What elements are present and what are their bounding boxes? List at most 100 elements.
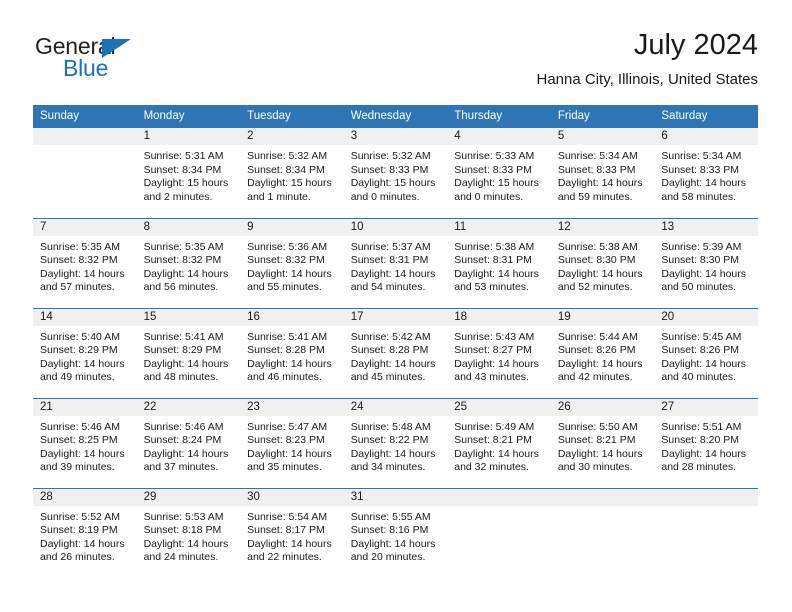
calendar-day-cell[interactable]: 25 Sunrise: 5:49 AM Sunset: 8:21 PM Dayligh… <box>447 397 551 488</box>
daylight-text-line1: Daylight: 14 hours <box>40 537 125 550</box>
daylight-text-line2: and 54 minutes. <box>350 281 426 294</box>
sunset-text: Sunset: 8:23 PM <box>247 434 325 447</box>
day-number: 6 <box>654 128 758 145</box>
weekday-header-wednesday: Wednesday <box>343 105 448 128</box>
daylight-text-line1: Daylight: 14 hours <box>350 447 436 460</box>
sunset-text: Sunset: 8:31 PM <box>350 254 429 267</box>
day-number: 28 <box>33 488 137 506</box>
calendar-day-cell[interactable]: 1 Sunrise: 5:31 AM Sunset: 8:34 PM Daylight… <box>136 128 241 218</box>
calendar-day-cell[interactable]: 4 Sunrise: 5:33 AM Sunset: 8:33 PM Daylight… <box>447 128 551 218</box>
calendar-day-cell[interactable]: 23 Sunrise: 5:47 AM Sunset: 8:23 PM Dayligh… <box>240 397 344 488</box>
day-details: Sunrise: 5:35 AM Sunset: 8:32 PM Daylight:… <box>137 236 241 295</box>
calendar-day-cell[interactable]: 30 Sunrise: 5:54 AM Sunset: 8:17 PM Dayligh… <box>240 487 344 578</box>
daylight-text-line2: and 2 minutes. <box>143 190 213 203</box>
day-details: Sunrise: 5:51 AM Sunset: 8:20 PM Daylight:… <box>654 416 758 475</box>
daylight-text-line2: and 22 minutes. <box>247 551 322 564</box>
day-details: Sunrise: 5:35 AM Sunset: 8:32 PM Daylight:… <box>33 236 137 295</box>
sunrise-text: Sunrise: 5:35 AM <box>143 240 224 253</box>
sunset-text: Sunset: 8:16 PM <box>350 524 429 537</box>
day-number: 3 <box>343 128 448 145</box>
calendar-day-cell[interactable]: 27 Sunrise: 5:51 AM Sunset: 8:20 PM Dayligh… <box>654 397 758 488</box>
calendar-day-cell[interactable]: 10 Sunrise: 5:37 AM Sunset: 8:31 PM Dayligh… <box>343 217 448 308</box>
day-number: 2 <box>240 128 344 145</box>
daylight-text-line1: Daylight: 14 hours <box>40 357 125 370</box>
calendar-day-cell-empty <box>447 487 551 578</box>
calendar-day-cell[interactable]: 21 Sunrise: 5:46 AM Sunset: 8:25 PM Dayligh… <box>33 397 137 488</box>
calendar-day-cell[interactable]: 3 Sunrise: 5:32 AM Sunset: 8:33 PM Daylight… <box>343 128 448 218</box>
daylight-text-line2: and 24 minutes. <box>143 551 219 564</box>
calendar-day-cell[interactable]: 18 Sunrise: 5:43 AM Sunset: 8:27 PM Dayligh… <box>447 307 551 398</box>
day-details: Sunrise: 5:31 AM Sunset: 8:34 PM Daylight:… <box>137 145 241 204</box>
daylight-text-line1: Daylight: 14 hours <box>454 357 539 370</box>
daylight-text-line2: and 45 minutes. <box>350 371 426 384</box>
sunset-text: Sunset: 8:26 PM <box>661 344 740 357</box>
day-details: Sunrise: 5:48 AM Sunset: 8:22 PM Daylight:… <box>344 416 448 475</box>
calendar-day-cell[interactable]: 11 Sunrise: 5:38 AM Sunset: 8:31 PM Dayligh… <box>447 217 551 308</box>
day-details: Sunrise: 5:32 AM Sunset: 8:34 PM Daylight:… <box>240 145 344 204</box>
sunset-text: Sunset: 8:33 PM <box>454 163 532 176</box>
calendar-day-cell[interactable]: 29 Sunrise: 5:53 AM Sunset: 8:18 PM Dayligh… <box>136 487 241 578</box>
calendar-day-cell[interactable]: 6 Sunrise: 5:34 AM Sunset: 8:33 PM Daylight… <box>654 128 758 218</box>
day-number: 16 <box>240 308 344 326</box>
day-number: 26 <box>550 398 655 416</box>
calendar-day-cell[interactable]: 8 Sunrise: 5:35 AM Sunset: 8:32 PM Daylight… <box>136 217 241 308</box>
day-number: 29 <box>136 488 241 506</box>
day-number: 7 <box>33 218 137 236</box>
calendar-day-cell[interactable]: 26 Sunrise: 5:50 AM Sunset: 8:21 PM Dayligh… <box>550 397 655 488</box>
daylight-text-line1: Daylight: 14 hours <box>557 447 643 460</box>
daylight-text-line2: and 48 minutes. <box>143 371 219 384</box>
day-details: Sunrise: 5:33 AM Sunset: 8:33 PM Daylight:… <box>447 145 551 204</box>
calendar-day-cell[interactable]: 19 Sunrise: 5:44 AM Sunset: 8:26 PM Dayligh… <box>550 307 655 398</box>
daylight-text-line1: Daylight: 14 hours <box>247 267 332 280</box>
sunrise-text: Sunrise: 5:35 AM <box>40 240 120 253</box>
calendar-week-row: 14 Sunrise: 5:40 AM Sunset: 8:29 PM Dayligh… <box>33 307 758 398</box>
calendar-day-cell[interactable]: 15 Sunrise: 5:41 AM Sunset: 8:29 PM Dayligh… <box>136 307 241 398</box>
calendar-day-cell[interactable]: 14 Sunrise: 5:40 AM Sunset: 8:29 PM Dayligh… <box>33 307 137 398</box>
sunset-text: Sunset: 8:33 PM <box>661 163 740 176</box>
daylight-text-line1: Daylight: 14 hours <box>454 447 539 460</box>
calendar-week-row: 1 Sunrise: 5:31 AM Sunset: 8:34 PM Daylight… <box>33 128 758 218</box>
calendar-day-cell[interactable]: 7 Sunrise: 5:35 AM Sunset: 8:32 PM Daylight… <box>33 217 137 308</box>
day-number <box>33 128 137 145</box>
calendar-day-cell[interactable]: 24 Sunrise: 5:48 AM Sunset: 8:22 PM Dayligh… <box>343 397 448 488</box>
day-details: Sunrise: 5:46 AM Sunset: 8:25 PM Daylight:… <box>33 416 137 475</box>
calendar-day-cell[interactable]: 20 Sunrise: 5:45 AM Sunset: 8:26 PM Dayligh… <box>654 307 758 398</box>
sunrise-text: Sunrise: 5:49 AM <box>454 420 535 433</box>
daylight-text-line1: Daylight: 14 hours <box>350 537 436 550</box>
sunrise-text: Sunrise: 5:51 AM <box>661 420 742 433</box>
daylight-text-line2: and 35 minutes. <box>247 461 322 474</box>
daylight-text-line1: Daylight: 15 hours <box>350 177 436 190</box>
day-details: Sunrise: 5:34 AM Sunset: 8:33 PM Daylight:… <box>654 145 758 204</box>
calendar-day-cell[interactable]: 9 Sunrise: 5:36 AM Sunset: 8:32 PM Daylight… <box>240 217 344 308</box>
sunset-text: Sunset: 8:34 PM <box>247 163 325 176</box>
sunset-text: Sunset: 8:22 PM <box>350 434 429 447</box>
brand-logo[interactable]: General Blue <box>33 33 263 91</box>
calendar-day-cell[interactable]: 22 Sunrise: 5:46 AM Sunset: 8:24 PM Dayligh… <box>136 397 241 488</box>
weekday-header-thursday: Thursday <box>447 105 551 128</box>
calendar-day-cell[interactable]: 12 Sunrise: 5:38 AM Sunset: 8:30 PM Dayligh… <box>550 217 655 308</box>
calendar-day-cell[interactable]: 28 Sunrise: 5:52 AM Sunset: 8:19 PM Dayligh… <box>33 487 137 578</box>
sunrise-text: Sunrise: 5:43 AM <box>454 330 535 343</box>
day-details: Sunrise: 5:49 AM Sunset: 8:21 PM Daylight:… <box>447 416 551 475</box>
sunset-text: Sunset: 8:19 PM <box>40 524 118 537</box>
calendar-body: 1 Sunrise: 5:31 AM Sunset: 8:34 PM Daylight… <box>33 128 758 578</box>
daylight-text-line1: Daylight: 14 hours <box>143 537 229 550</box>
calendar-day-cell[interactable]: 2 Sunrise: 5:32 AM Sunset: 8:34 PM Daylight… <box>240 128 344 218</box>
calendar-day-cell[interactable]: 13 Sunrise: 5:39 AM Sunset: 8:30 PM Dayligh… <box>654 217 758 308</box>
sunrise-text: Sunrise: 5:37 AM <box>350 240 431 253</box>
calendar-day-cell[interactable]: 5 Sunrise: 5:34 AM Sunset: 8:33 PM Daylight… <box>550 128 655 218</box>
calendar-day-cell[interactable]: 16 Sunrise: 5:41 AM Sunset: 8:28 PM Dayligh… <box>240 307 344 398</box>
daylight-text-line2: and 0 minutes. <box>350 190 420 203</box>
daylight-text-line1: Daylight: 14 hours <box>557 267 643 280</box>
day-details: Sunrise: 5:55 AM Sunset: 8:16 PM Daylight:… <box>344 506 448 565</box>
calendar-day-cell[interactable]: 31 Sunrise: 5:55 AM Sunset: 8:16 PM Dayligh… <box>343 487 448 578</box>
daylight-text-line2: and 59 minutes. <box>557 190 633 203</box>
sunrise-text: Sunrise: 5:32 AM <box>350 150 431 162</box>
sunrise-text: Sunrise: 5:34 AM <box>661 150 742 162</box>
day-details: Sunrise: 5:53 AM Sunset: 8:18 PM Daylight:… <box>137 506 241 565</box>
daylight-text-line2: and 30 minutes. <box>557 461 633 474</box>
daylight-text-line1: Daylight: 14 hours <box>661 447 747 460</box>
day-details: Sunrise: 5:44 AM Sunset: 8:26 PM Daylight:… <box>551 326 655 385</box>
daylight-text-line1: Daylight: 15 hours <box>143 177 229 190</box>
calendar-day-cell[interactable]: 17 Sunrise: 5:42 AM Sunset: 8:28 PM Dayligh… <box>343 307 448 398</box>
